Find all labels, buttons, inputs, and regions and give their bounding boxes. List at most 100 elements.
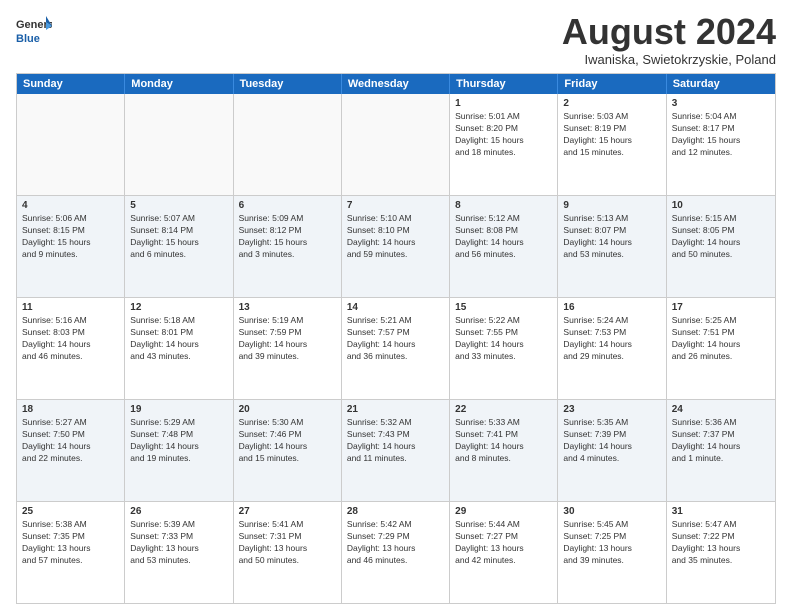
calendar-cell: 26Sunrise: 5:39 AM Sunset: 7:33 PM Dayli… bbox=[125, 502, 233, 603]
calendar-cell: 19Sunrise: 5:29 AM Sunset: 7:48 PM Dayli… bbox=[125, 400, 233, 501]
cell-info: Sunrise: 5:15 AM Sunset: 8:05 PM Dayligh… bbox=[672, 213, 770, 261]
calendar-row: 11Sunrise: 5:16 AM Sunset: 8:03 PM Dayli… bbox=[17, 297, 775, 399]
calendar-cell: 4Sunrise: 5:06 AM Sunset: 8:15 PM Daylig… bbox=[17, 196, 125, 297]
calendar-cell: 22Sunrise: 5:33 AM Sunset: 7:41 PM Dayli… bbox=[450, 400, 558, 501]
day-number: 25 bbox=[22, 505, 119, 519]
cell-info: Sunrise: 5:01 AM Sunset: 8:20 PM Dayligh… bbox=[455, 111, 552, 159]
day-number: 27 bbox=[239, 505, 336, 519]
cell-info: Sunrise: 5:45 AM Sunset: 7:25 PM Dayligh… bbox=[563, 519, 660, 567]
calendar-cell: 29Sunrise: 5:44 AM Sunset: 7:27 PM Dayli… bbox=[450, 502, 558, 603]
page: General Blue August 2024 Iwaniska, Swiet… bbox=[0, 0, 792, 612]
cell-info: Sunrise: 5:09 AM Sunset: 8:12 PM Dayligh… bbox=[239, 213, 336, 261]
cell-info: Sunrise: 5:24 AM Sunset: 7:53 PM Dayligh… bbox=[563, 315, 660, 363]
cell-info: Sunrise: 5:18 AM Sunset: 8:01 PM Dayligh… bbox=[130, 315, 227, 363]
cell-info: Sunrise: 5:29 AM Sunset: 7:48 PM Dayligh… bbox=[130, 417, 227, 465]
cell-info: Sunrise: 5:07 AM Sunset: 8:14 PM Dayligh… bbox=[130, 213, 227, 261]
day-number: 4 bbox=[22, 199, 119, 213]
day-number: 14 bbox=[347, 301, 444, 315]
cell-info: Sunrise: 5:03 AM Sunset: 8:19 PM Dayligh… bbox=[563, 111, 660, 159]
calendar-cell bbox=[125, 94, 233, 195]
calendar-row: 25Sunrise: 5:38 AM Sunset: 7:35 PM Dayli… bbox=[17, 501, 775, 603]
cell-info: Sunrise: 5:06 AM Sunset: 8:15 PM Dayligh… bbox=[22, 213, 119, 261]
cell-info: Sunrise: 5:32 AM Sunset: 7:43 PM Dayligh… bbox=[347, 417, 444, 465]
calendar-cell bbox=[342, 94, 450, 195]
calendar-header: SundayMondayTuesdayWednesdayThursdayFrid… bbox=[17, 74, 775, 94]
month-title: August 2024 bbox=[562, 12, 776, 52]
day-number: 10 bbox=[672, 199, 770, 213]
cell-info: Sunrise: 5:33 AM Sunset: 7:41 PM Dayligh… bbox=[455, 417, 552, 465]
calendar-cell: 31Sunrise: 5:47 AM Sunset: 7:22 PM Dayli… bbox=[667, 502, 775, 603]
day-number: 5 bbox=[130, 199, 227, 213]
day-number: 29 bbox=[455, 505, 552, 519]
calendar-cell: 14Sunrise: 5:21 AM Sunset: 7:57 PM Dayli… bbox=[342, 298, 450, 399]
calendar-cell: 1Sunrise: 5:01 AM Sunset: 8:20 PM Daylig… bbox=[450, 94, 558, 195]
calendar-cell: 13Sunrise: 5:19 AM Sunset: 7:59 PM Dayli… bbox=[234, 298, 342, 399]
calendar-cell: 30Sunrise: 5:45 AM Sunset: 7:25 PM Dayli… bbox=[558, 502, 666, 603]
calendar-cell: 21Sunrise: 5:32 AM Sunset: 7:43 PM Dayli… bbox=[342, 400, 450, 501]
day-number: 30 bbox=[563, 505, 660, 519]
cell-info: Sunrise: 5:12 AM Sunset: 8:08 PM Dayligh… bbox=[455, 213, 552, 261]
cell-info: Sunrise: 5:38 AM Sunset: 7:35 PM Dayligh… bbox=[22, 519, 119, 567]
calendar-cell: 15Sunrise: 5:22 AM Sunset: 7:55 PM Dayli… bbox=[450, 298, 558, 399]
calendar-body: 1Sunrise: 5:01 AM Sunset: 8:20 PM Daylig… bbox=[17, 94, 775, 603]
cell-info: Sunrise: 5:41 AM Sunset: 7:31 PM Dayligh… bbox=[239, 519, 336, 567]
day-number: 16 bbox=[563, 301, 660, 315]
svg-text:Blue: Blue bbox=[16, 33, 40, 45]
calendar-cell: 8Sunrise: 5:12 AM Sunset: 8:08 PM Daylig… bbox=[450, 196, 558, 297]
day-number: 7 bbox=[347, 199, 444, 213]
day-number: 8 bbox=[455, 199, 552, 213]
logo: General Blue bbox=[16, 12, 52, 48]
calendar-cell: 10Sunrise: 5:15 AM Sunset: 8:05 PM Dayli… bbox=[667, 196, 775, 297]
calendar: SundayMondayTuesdayWednesdayThursdayFrid… bbox=[16, 73, 776, 604]
calendar-cell: 16Sunrise: 5:24 AM Sunset: 7:53 PM Dayli… bbox=[558, 298, 666, 399]
calendar-cell: 27Sunrise: 5:41 AM Sunset: 7:31 PM Dayli… bbox=[234, 502, 342, 603]
cell-info: Sunrise: 5:25 AM Sunset: 7:51 PM Dayligh… bbox=[672, 315, 770, 363]
weekday-header: Thursday bbox=[450, 74, 558, 94]
day-number: 9 bbox=[563, 199, 660, 213]
cell-info: Sunrise: 5:30 AM Sunset: 7:46 PM Dayligh… bbox=[239, 417, 336, 465]
calendar-cell: 3Sunrise: 5:04 AM Sunset: 8:17 PM Daylig… bbox=[667, 94, 775, 195]
day-number: 13 bbox=[239, 301, 336, 315]
weekday-header: Wednesday bbox=[342, 74, 450, 94]
cell-info: Sunrise: 5:36 AM Sunset: 7:37 PM Dayligh… bbox=[672, 417, 770, 465]
day-number: 17 bbox=[672, 301, 770, 315]
cell-info: Sunrise: 5:16 AM Sunset: 8:03 PM Dayligh… bbox=[22, 315, 119, 363]
day-number: 23 bbox=[563, 403, 660, 417]
logo-svg: General Blue bbox=[16, 12, 52, 48]
cell-info: Sunrise: 5:04 AM Sunset: 8:17 PM Dayligh… bbox=[672, 111, 770, 159]
cell-info: Sunrise: 5:27 AM Sunset: 7:50 PM Dayligh… bbox=[22, 417, 119, 465]
location: Iwaniska, Swietokrzyskie, Poland bbox=[562, 52, 776, 67]
day-number: 3 bbox=[672, 97, 770, 111]
weekday-header: Sunday bbox=[17, 74, 125, 94]
cell-info: Sunrise: 5:47 AM Sunset: 7:22 PM Dayligh… bbox=[672, 519, 770, 567]
cell-info: Sunrise: 5:22 AM Sunset: 7:55 PM Dayligh… bbox=[455, 315, 552, 363]
cell-info: Sunrise: 5:35 AM Sunset: 7:39 PM Dayligh… bbox=[563, 417, 660, 465]
calendar-row: 18Sunrise: 5:27 AM Sunset: 7:50 PM Dayli… bbox=[17, 399, 775, 501]
calendar-cell: 6Sunrise: 5:09 AM Sunset: 8:12 PM Daylig… bbox=[234, 196, 342, 297]
calendar-row: 1Sunrise: 5:01 AM Sunset: 8:20 PM Daylig… bbox=[17, 94, 775, 195]
header: General Blue August 2024 Iwaniska, Swiet… bbox=[16, 12, 776, 67]
weekday-header: Monday bbox=[125, 74, 233, 94]
day-number: 2 bbox=[563, 97, 660, 111]
day-number: 31 bbox=[672, 505, 770, 519]
cell-info: Sunrise: 5:21 AM Sunset: 7:57 PM Dayligh… bbox=[347, 315, 444, 363]
cell-info: Sunrise: 5:42 AM Sunset: 7:29 PM Dayligh… bbox=[347, 519, 444, 567]
day-number: 12 bbox=[130, 301, 227, 315]
cell-info: Sunrise: 5:13 AM Sunset: 8:07 PM Dayligh… bbox=[563, 213, 660, 261]
calendar-cell: 12Sunrise: 5:18 AM Sunset: 8:01 PM Dayli… bbox=[125, 298, 233, 399]
cell-info: Sunrise: 5:39 AM Sunset: 7:33 PM Dayligh… bbox=[130, 519, 227, 567]
calendar-cell: 23Sunrise: 5:35 AM Sunset: 7:39 PM Dayli… bbox=[558, 400, 666, 501]
calendar-cell: 20Sunrise: 5:30 AM Sunset: 7:46 PM Dayli… bbox=[234, 400, 342, 501]
calendar-cell: 28Sunrise: 5:42 AM Sunset: 7:29 PM Dayli… bbox=[342, 502, 450, 603]
calendar-cell: 17Sunrise: 5:25 AM Sunset: 7:51 PM Dayli… bbox=[667, 298, 775, 399]
calendar-cell: 9Sunrise: 5:13 AM Sunset: 8:07 PM Daylig… bbox=[558, 196, 666, 297]
calendar-cell: 2Sunrise: 5:03 AM Sunset: 8:19 PM Daylig… bbox=[558, 94, 666, 195]
calendar-row: 4Sunrise: 5:06 AM Sunset: 8:15 PM Daylig… bbox=[17, 195, 775, 297]
calendar-cell: 18Sunrise: 5:27 AM Sunset: 7:50 PM Dayli… bbox=[17, 400, 125, 501]
cell-info: Sunrise: 5:44 AM Sunset: 7:27 PM Dayligh… bbox=[455, 519, 552, 567]
calendar-cell bbox=[17, 94, 125, 195]
day-number: 19 bbox=[130, 403, 227, 417]
day-number: 26 bbox=[130, 505, 227, 519]
title-area: August 2024 Iwaniska, Swietokrzyskie, Po… bbox=[562, 12, 776, 67]
calendar-cell bbox=[234, 94, 342, 195]
